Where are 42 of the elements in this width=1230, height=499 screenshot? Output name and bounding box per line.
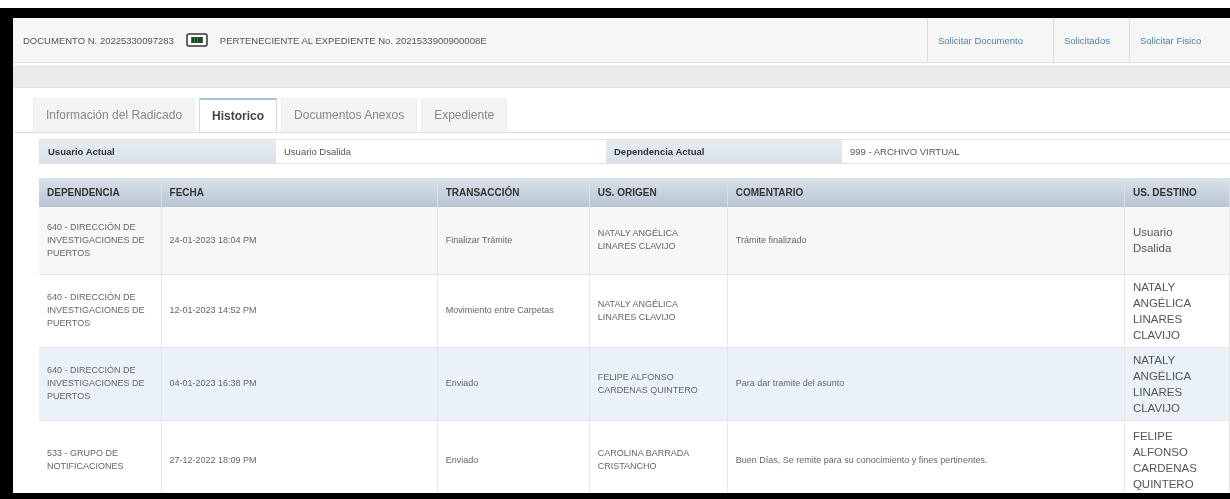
table-cell: FELIPE ALFONSO CARDENAS QUINTERO — [1132, 430, 1197, 490]
table-cell: 640 - DIRECCIÓN DE INVESTIGACIONES DE PUERTOS — [47, 365, 145, 401]
history-row[interactable]: 640 - DIRECCIÓN DE INVESTIGACIONES DE PUERTOS 12-01-2023 14:52 PM Movimiento entre Carpetas NATALY ANGÉLICA LINARES CLAVIJO NATALY ANGÉLICA LINARES CLAVIJO — [39, 274, 1230, 347]
table-cell: Buen Días, Se remite para su conocimiento y fines pertinentes. — [735, 454, 988, 465]
table-cell: Movimiento entre Carpetas — [445, 305, 554, 315]
header-link[interactable]: Solicitados — [1053, 18, 1129, 62]
table-cell: 12-01-2023 14:52 PM — [169, 305, 257, 315]
table-cell: NATALY ANGÉLICA LINARES CLAVIJO — [1132, 280, 1191, 341]
table-cell: 27-12-2022 18:09 PM — [169, 454, 257, 465]
column-header[interactable]: DEPENDENCIA — [39, 178, 162, 207]
column-header[interactable]: FECHA — [161, 178, 438, 207]
history-row[interactable]: 533 - GRUPO DE NOTIFICACIONES 27-12-2022 18:09 PM Enviado CAROLINA BARRADA CRISTANCHO Buen Días, Se remite para su conocimiento y fines pertinentes. FELIPE ALFONSO CARDENAS QUINTERO — [39, 420, 1230, 493]
table-cell: NATALY ANGÉLICA LINARES CLAVIJO — [597, 298, 678, 322]
table-cell: NATALY ANGÉLICA LINARES CLAVIJO — [597, 228, 678, 252]
table-cell: 640 - DIRECCIÓN DE INVESTIGACIONES DE PUERTOS — [47, 221, 145, 258]
label-icon[interactable] — [185, 33, 208, 47]
tab[interactable]: Historico — [199, 98, 278, 133]
table-cell: CAROLINA BARRADA CRISTANCHO — [597, 448, 689, 471]
table-cell: Enviado — [445, 378, 479, 388]
table-cell: Enviado — [445, 454, 479, 465]
document-number: DOCUMENTO N. 20225330097283 — [23, 34, 174, 46]
table-cell: Usuario Dsalida — [1132, 226, 1173, 255]
header-link[interactable]: Solicitar Documento — [927, 18, 1053, 62]
expediente-number: PERTENECIENTE AL EXPEDIENTE No. 2021533900900008E — [219, 34, 487, 46]
field-label: Dependencia Actual — [606, 140, 842, 163]
table-cell: 24-01-2023 18:04 PM — [169, 234, 257, 245]
table-cell: Finalizar Trámite — [445, 234, 513, 245]
header-link[interactable]: Solicitar Fisico — [1129, 18, 1230, 62]
table-cell: 04-01-2023 16:38 PM — [169, 378, 257, 388]
table-cell: 533 - GRUPO DE NOTIFICACIONES — [47, 448, 124, 471]
column-header[interactable]: TRANSACCIÓN — [437, 178, 590, 207]
column-header[interactable]: US. DESTINO — [1124, 178, 1230, 207]
table-cell: Trámite finalizado — [735, 234, 807, 245]
table-cell: NATALY ANGÉLICA LINARES CLAVIJO — [1132, 353, 1191, 414]
column-header[interactable]: COMENTARIO — [727, 178, 1125, 207]
table-cell: 640 - DIRECCIÓN DE INVESTIGACIONES DE PUERTOS — [47, 292, 145, 328]
history-row[interactable]: 640 - DIRECCIÓN DE INVESTIGACIONES DE PUERTOS 24-01-2023 18:04 PM Finalizar Trámite NATALY ANGÉLICA LINARES CLAVIJO Trámite finalizado Usuario Dsalida — [39, 207, 1230, 274]
field-label: Usuario Actual — [40, 140, 276, 163]
column-header[interactable]: US. ORIGEN — [589, 178, 728, 207]
table-cell: Para dar tramite del asunto — [735, 378, 845, 388]
history-row[interactable]: 640 - DIRECCIÓN DE INVESTIGACIONES DE PUERTOS 04-01-2023 16:38 PM Enviado FELIPE ALFONSO CARDENAS QUINTERO Para dar tramite del asunto NATALY ANGÉLICA LINARES CLAVIJO — [39, 347, 1230, 420]
table-cell: FELIPE ALFONSO CARDENAS QUINTERO — [597, 371, 698, 395]
